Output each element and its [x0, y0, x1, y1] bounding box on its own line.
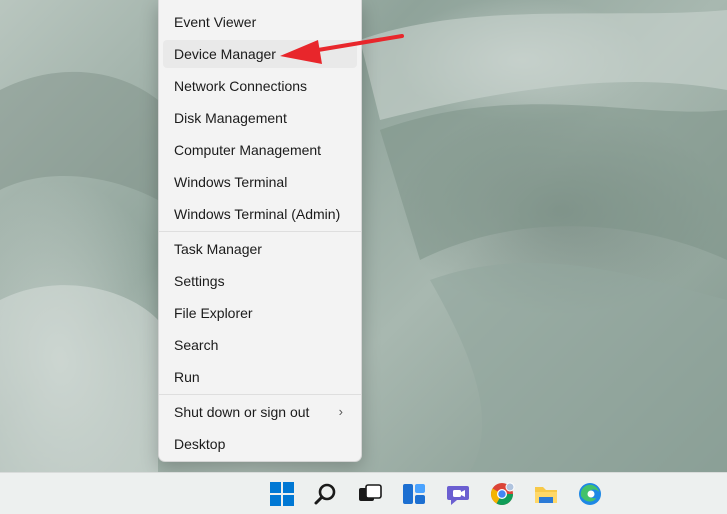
menu-item-disk-management[interactable]: Disk Management [163, 104, 357, 132]
menu-item-run[interactable]: Run [163, 363, 357, 391]
menu-item-device-manager[interactable]: Device Manager [163, 40, 357, 68]
menu-item-shut-down-or-sign-out[interactable]: Shut down or sign out › [163, 398, 357, 426]
menu-item-file-explorer[interactable]: File Explorer [163, 299, 357, 327]
task-view-icon[interactable] [357, 481, 383, 507]
search-icon[interactable] [313, 481, 339, 507]
menu-item-windows-terminal-admin[interactable]: Windows Terminal (Admin) [163, 200, 357, 228]
winx-context-menu: Event Viewer Device Manager Network Conn… [158, 0, 362, 462]
menu-separator [159, 394, 361, 395]
menu-item-computer-management[interactable]: Computer Management [163, 136, 357, 164]
menu-item-settings[interactable]: Settings [163, 267, 357, 295]
edge-icon[interactable] [577, 481, 603, 507]
menu-item-event-viewer[interactable]: Event Viewer [163, 8, 357, 36]
chevron-right-icon: › [338, 404, 343, 419]
file-explorer-icon[interactable] [533, 481, 559, 507]
menu-item-search[interactable]: Search [163, 331, 357, 359]
menu-item-network-connections[interactable]: Network Connections [163, 72, 357, 100]
taskbar [0, 472, 727, 514]
windows-start-icon[interactable] [269, 481, 295, 507]
menu-item-label: Shut down or sign out [174, 404, 310, 420]
menu-separator [159, 231, 361, 232]
menu-item-desktop[interactable]: Desktop [163, 430, 357, 458]
widgets-icon[interactable] [401, 481, 427, 507]
chrome-icon[interactable] [489, 481, 515, 507]
menu-item-windows-terminal[interactable]: Windows Terminal [163, 168, 357, 196]
teams-chat-icon[interactable] [445, 481, 471, 507]
menu-item-task-manager[interactable]: Task Manager [163, 235, 357, 263]
desktop-wallpaper [0, 0, 727, 472]
